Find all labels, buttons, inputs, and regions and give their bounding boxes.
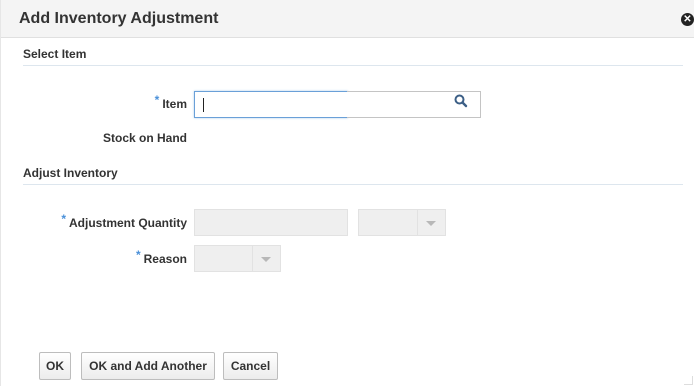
ok-and-add-another-button[interactable]: OK and Add Another — [81, 352, 215, 380]
text-cursor — [203, 98, 204, 112]
dialog-title: Add Inventory Adjustment — [19, 10, 219, 27]
section-title-select-item: Select Item — [23, 47, 87, 61]
required-indicator: * — [135, 248, 141, 262]
item-input[interactable] — [194, 91, 348, 118]
cancel-button[interactable]: Cancel — [223, 352, 278, 380]
reason-label: * Reason — [135, 248, 187, 266]
add-inventory-adjustment-dialog: Add Inventory Adjustment ✕ Select Item *… — [0, 0, 694, 386]
ok-button[interactable]: OK — [39, 352, 71, 380]
required-indicator: * — [61, 212, 66, 226]
close-icon[interactable]: ✕ — [681, 13, 694, 26]
reason-select[interactable] — [194, 245, 281, 272]
magnifier-icon[interactable] — [453, 93, 469, 109]
resize-grip[interactable] — [684, 376, 693, 385]
dialog-header: Add Inventory Adjustment ✕ — [1, 0, 694, 38]
stock-on-hand-label: Stock on Hand — [102, 131, 187, 145]
section-title-adjust-inventory: Adjust Inventory — [23, 166, 118, 180]
section-divider — [23, 184, 683, 185]
chevron-down-icon[interactable] — [252, 246, 280, 271]
adjustment-quantity-input[interactable] — [194, 209, 348, 236]
item-label: * Item — [154, 93, 187, 111]
required-indicator: * — [154, 93, 160, 107]
uom-select[interactable] — [358, 209, 446, 236]
chevron-down-icon[interactable] — [417, 210, 445, 235]
section-divider — [23, 65, 683, 66]
adjustment-quantity-label: * Adjustment Quantity — [61, 212, 187, 230]
